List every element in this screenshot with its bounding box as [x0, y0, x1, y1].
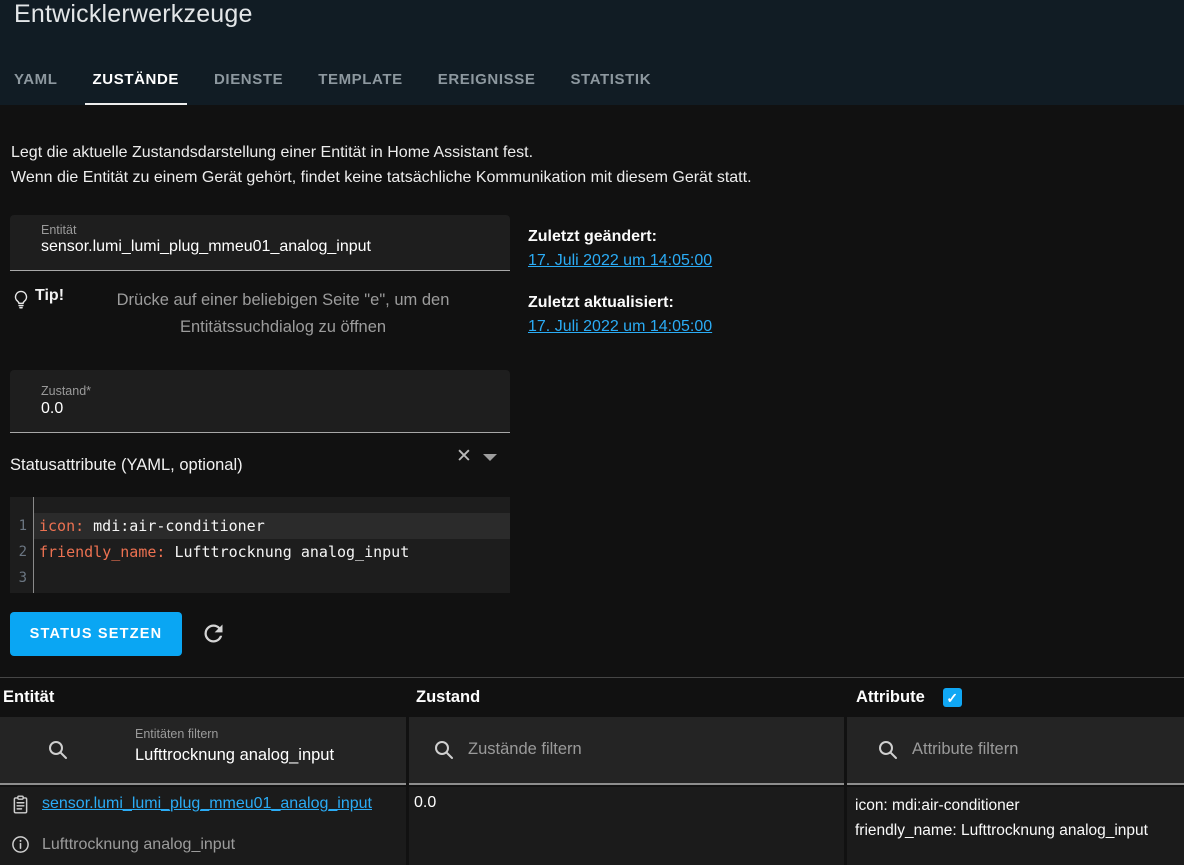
- entity-picker-input[interactable]: [41, 238, 441, 256]
- last-updated-link[interactable]: 17. Juli 2022 um 14:05:00: [528, 318, 712, 336]
- tab-dienste[interactable]: DIENSTE: [206, 59, 291, 105]
- entity-id-link[interactable]: sensor.lumi_lumi_plug_mmeu01_analog_inpu…: [42, 795, 372, 813]
- entity-filter-cell: Entitäten filtern: [0, 717, 406, 785]
- entity-meta: Zuletzt geändert: 17. Juli 2022 um 14:05…: [528, 227, 712, 336]
- last-changed-label: Zuletzt geändert:: [528, 227, 712, 247]
- tab-bar: YAML ZUSTÄNDE DIENSTE TEMPLATE EREIGNISS…: [6, 59, 659, 105]
- lightbulb-icon: [10, 288, 32, 311]
- editor-code-area[interactable]: icon:mdi:air-conditioner friendly_name:L…: [34, 497, 510, 593]
- state-cell: 0.0: [409, 787, 844, 865]
- state-field-label: Zustand*: [41, 384, 91, 398]
- state-filter-input[interactable]: [468, 740, 818, 759]
- state-filter-cell: [409, 717, 844, 785]
- last-changed-link[interactable]: 17. Juli 2022 um 14:05:00: [528, 252, 712, 270]
- column-header-state: Zustand: [409, 688, 844, 707]
- entity-state-value: 0.0: [414, 794, 436, 812]
- attributes-filter-input[interactable]: [912, 740, 1172, 759]
- state-field: Zustand*: [10, 370, 510, 433]
- tab-statistik[interactable]: STATISTIK: [562, 59, 659, 105]
- line-number: 2: [10, 539, 33, 565]
- attributes-filter-cell: [847, 717, 1184, 785]
- attribute-line: friendly_name: Lufttrocknung analog_inpu…: [855, 818, 1184, 843]
- column-header-attributes: Attribute ✓: [847, 688, 1184, 707]
- entity-filter-label: Entitäten filtern: [135, 727, 218, 741]
- code-line-3: [34, 565, 510, 591]
- app-header: Entwicklerwerkzeuge YAML ZUSTÄNDE DIENST…: [0, 0, 1184, 105]
- entity-table-row: sensor.lumi_lumi_plug_mmeu01_analog_inpu…: [0, 787, 1184, 865]
- copy-clipboard-icon[interactable]: [10, 794, 31, 815]
- tip-text: Drücke auf einer beliebigen Seite "e", u…: [64, 287, 510, 341]
- yaml-attributes-editor[interactable]: 1 2 3 icon:mdi:air-conditioner friendly_…: [10, 497, 510, 593]
- search-icon: [46, 738, 70, 762]
- chevron-down-icon[interactable]: [483, 454, 497, 461]
- entity-friendly-name: Lufttrocknung analog_input: [42, 836, 235, 854]
- developer-tools-page: Entwicklerwerkzeuge YAML ZUSTÄNDE DIENST…: [0, 0, 1184, 865]
- attribute-lines: icon: mdi:air-conditioner friendly_name:…: [847, 787, 1184, 843]
- line-number: 3: [10, 565, 33, 591]
- line-number: 1: [10, 513, 33, 539]
- tip-label: Tip!: [35, 287, 64, 305]
- tab-template[interactable]: TEMPLATE: [310, 59, 411, 105]
- editor-gutter: 1 2 3: [10, 497, 34, 593]
- column-header-entity: Entität: [0, 688, 406, 707]
- entities-table-filter-row: Entitäten filtern: [0, 717, 1184, 785]
- search-icon: [432, 738, 456, 762]
- attributes-cell: icon: mdi:air-conditioner friendly_name:…: [847, 787, 1184, 865]
- last-updated-label: Zuletzt aktualisiert:: [528, 293, 712, 313]
- search-icon: [876, 738, 900, 762]
- set-state-button[interactable]: STATUS SETZEN: [10, 612, 182, 656]
- entities-table-header: Entität Zustand Attribute ✓: [0, 678, 1184, 717]
- entity-cell: sensor.lumi_lumi_plug_mmeu01_analog_inpu…: [0, 787, 406, 865]
- entity-picker-field: Entität ✕: [10, 215, 510, 271]
- refresh-icon[interactable]: [200, 620, 227, 647]
- last-changed-group: Zuletzt geändert: 17. Juli 2022 um 14:05…: [528, 227, 712, 270]
- page-title: Entwicklerwerkzeuge: [14, 0, 253, 29]
- intro-line-2: Wenn die Entität zu einem Gerät gehört, …: [11, 165, 752, 190]
- intro-text: Legt die aktuelle Zustandsdarstellung ei…: [11, 140, 752, 190]
- clear-entity-icon[interactable]: ✕: [451, 444, 477, 470]
- tab-ereignisse[interactable]: EREIGNISSE: [430, 59, 544, 105]
- attributes-section-title: Statusattribute (YAML, optional): [10, 456, 243, 475]
- code-line-2: friendly_name:Lufttrocknung analog_input: [34, 539, 510, 565]
- code-line-1: icon:mdi:air-conditioner: [34, 513, 510, 539]
- intro-line-1: Legt die aktuelle Zustandsdarstellung ei…: [11, 140, 752, 165]
- entity-picker-label: Entität: [41, 223, 76, 237]
- tip-row: Tip! Drücke auf einer beliebigen Seite "…: [10, 287, 510, 341]
- tab-zustaende[interactable]: ZUSTÄNDE: [85, 59, 187, 105]
- attributes-checkbox[interactable]: ✓: [943, 688, 962, 707]
- state-input[interactable]: [41, 400, 481, 418]
- info-icon[interactable]: [10, 834, 31, 855]
- entity-filter-input[interactable]: [135, 746, 390, 765]
- attribute-line: icon: mdi:air-conditioner: [855, 793, 1184, 818]
- tab-yaml[interactable]: YAML: [6, 59, 66, 105]
- last-updated-group: Zuletzt aktualisiert: 17. Juli 2022 um 1…: [528, 293, 712, 336]
